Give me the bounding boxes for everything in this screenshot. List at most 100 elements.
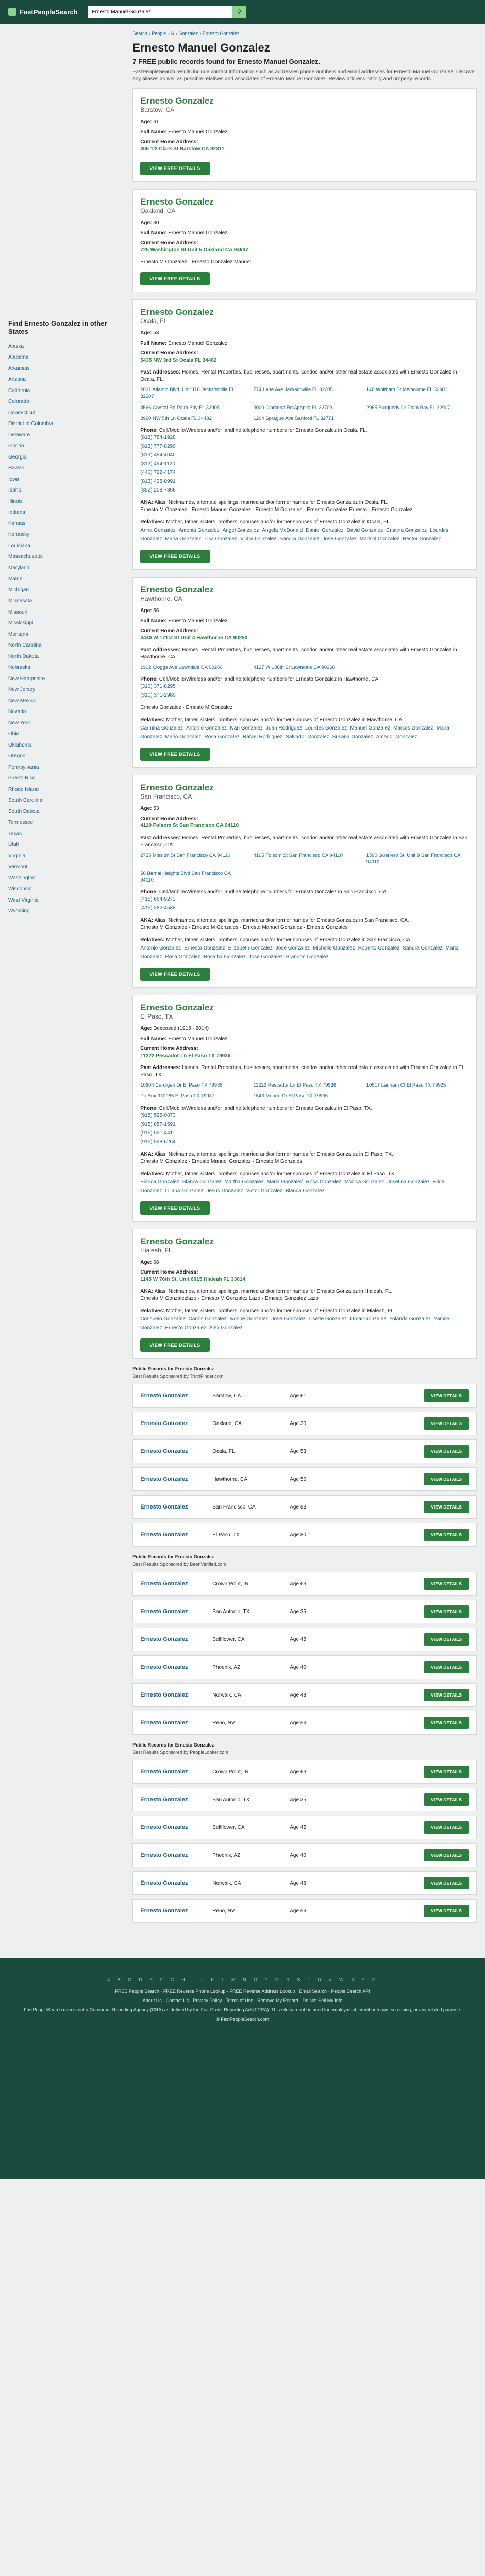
view-details-button[interactable]: VIEW DETAILS bbox=[424, 1417, 469, 1430]
sponsored-name[interactable]: Ernesto Gonzalez bbox=[140, 1636, 212, 1642]
sidebar-state-link[interactable]: Delaware bbox=[8, 432, 122, 438]
search-input[interactable] bbox=[88, 6, 232, 18]
relative-link[interactable]: Lisette Gonzalez bbox=[309, 1316, 347, 1322]
relative-link[interactable]: Cristina Gonzalez bbox=[386, 528, 427, 533]
relative-link[interactable]: Mario Gonzalez bbox=[165, 734, 202, 740]
relative-link[interactable]: Roberto Gonzalez bbox=[358, 945, 400, 951]
sidebar-state-link[interactable]: Alaska bbox=[8, 344, 122, 349]
sidebar-state-link[interactable]: Wyoming bbox=[8, 908, 122, 914]
person-name[interactable]: Ernesto Gonzalez bbox=[140, 307, 469, 317]
relative-link[interactable]: Rosa Gonzalez bbox=[165, 954, 200, 960]
sidebar-state-link[interactable]: District of Columbia bbox=[8, 421, 122, 427]
relative-link[interactable]: Rosalba Gonzalez bbox=[204, 954, 246, 960]
sidebar-state-link[interactable]: Illinois bbox=[8, 499, 122, 504]
past-address-link[interactable]: 3000 Clarcona Rd Apopka FL 32703 bbox=[254, 404, 356, 411]
past-address-link[interactable]: 2831 Atlantic Blvd, Unit 116 Jacksonvill… bbox=[140, 386, 243, 400]
sidebar-state-link[interactable]: Louisiana bbox=[8, 543, 122, 549]
footer-links-2[interactable]: About Us · Contact Us · Privacy Policy ·… bbox=[21, 1998, 464, 2003]
sponsored-name[interactable]: Ernesto Gonzalez bbox=[140, 1393, 212, 1399]
past-address-link[interactable]: 140 Whitham St Melbourne FL 32901 bbox=[366, 386, 469, 400]
relative-link[interactable]: Angel Gonzalez bbox=[223, 528, 259, 533]
sponsored-name[interactable]: Ernesto Gonzalez bbox=[140, 1797, 212, 1803]
view-details-button[interactable]: VIEW DETAILS bbox=[424, 1529, 469, 1541]
past-address-link[interactable]: 1204 Sprague Ave Sanford FL 32771 bbox=[254, 415, 356, 422]
sponsored-name[interactable]: Ernesto Gonzalez bbox=[140, 1420, 212, 1427]
sidebar-state-link[interactable]: Texas bbox=[8, 831, 122, 837]
sidebar-state-link[interactable]: Ohio bbox=[8, 731, 122, 737]
footer-alphabet[interactable]: A B C D E F G H I J K L M N O P Q R S T … bbox=[21, 1977, 464, 1982]
relative-link[interactable]: Victor Gonzalez bbox=[240, 536, 276, 542]
relative-link[interactable]: Sandra Gonzalez bbox=[403, 945, 442, 951]
view-free-details-button[interactable]: VIEW FREE DETAILS bbox=[140, 1338, 210, 1352]
view-details-button[interactable]: VIEW DETAILS bbox=[424, 1793, 469, 1806]
sidebar-state-link[interactable]: New York bbox=[8, 720, 122, 726]
relative-link[interactable]: Liliana Gonzalez bbox=[165, 1188, 204, 1194]
view-details-button[interactable]: VIEW DETAILS bbox=[424, 1445, 469, 1458]
view-details-button[interactable]: VIEW DETAILS bbox=[424, 1633, 469, 1646]
view-details-button[interactable]: VIEW DETAILS bbox=[424, 1905, 469, 1918]
person-name[interactable]: Ernesto Gonzalez bbox=[140, 585, 469, 595]
relative-link[interactable]: Susana Gonzalez bbox=[332, 734, 373, 740]
relative-link[interactable]: Martha Gonzalez bbox=[224, 1179, 263, 1185]
sponsored-name[interactable]: Ernesto Gonzalez bbox=[140, 1448, 212, 1454]
phone-link[interactable]: (915) 595-0873 bbox=[140, 1112, 469, 1120]
past-address-link[interactable]: 10517 Lanham Ct El Paso TX 79925 bbox=[366, 1082, 469, 1089]
relative-link[interactable]: Rafael Rodriguez bbox=[243, 734, 282, 740]
relative-link[interactable]: Jose Gonzalez bbox=[272, 1316, 306, 1322]
sponsored-name[interactable]: Ernesto Gonzalez bbox=[140, 1880, 212, 1886]
sidebar-state-link[interactable]: Indiana bbox=[8, 510, 122, 515]
sidebar-state-link[interactable]: Washington bbox=[8, 875, 122, 881]
relative-link[interactable]: Rosa Gonzalez bbox=[205, 734, 240, 740]
sidebar-state-link[interactable]: New Jersey bbox=[8, 687, 122, 692]
sidebar-state-link[interactable]: North Carolina bbox=[8, 642, 122, 648]
past-address-link[interactable]: 3566 Crystal Rd Palm Bay FL 32905 bbox=[140, 404, 243, 411]
sidebar-state-link[interactable]: Oregon bbox=[8, 753, 122, 759]
sidebar-state-link[interactable]: Missouri bbox=[8, 609, 122, 615]
relative-link[interactable]: Michelle Gonzalez bbox=[313, 945, 355, 951]
sponsored-name[interactable]: Ernesto Gonzalez bbox=[140, 1581, 212, 1587]
past-address-link[interactable]: Po Box 370986 El Paso TX 79937 bbox=[140, 1093, 243, 1099]
sidebar-state-link[interactable]: Connecticut bbox=[8, 410, 122, 416]
view-free-details-button[interactable]: VIEW FREE DETAILS bbox=[140, 550, 210, 564]
current-address-link[interactable]: 5435 NW 3rd St Ocala FL 34482 bbox=[140, 358, 216, 363]
view-details-button[interactable]: VIEW DETAILS bbox=[424, 1605, 469, 1618]
relative-link[interactable]: Maria Gonzalez bbox=[267, 1179, 303, 1185]
view-details-button[interactable]: VIEW DETAILS bbox=[424, 1877, 469, 1890]
sidebar-state-link[interactable]: Kentucky bbox=[8, 532, 122, 537]
relative-link[interactable]: Anna Gonzalez bbox=[140, 528, 175, 533]
relative-link[interactable]: Ivonne Gonzalez bbox=[229, 1316, 268, 1322]
sponsored-name[interactable]: Ernesto Gonzalez bbox=[140, 1908, 212, 1914]
view-details-button[interactable]: VIEW DETAILS bbox=[424, 1717, 469, 1730]
relative-link[interactable]: Marisol Gonzalez bbox=[360, 536, 399, 542]
phone-link[interactable]: (813) 494-1120 bbox=[140, 461, 469, 468]
relative-link[interactable]: Hector Gonzalez bbox=[403, 536, 441, 542]
footer-links-1[interactable]: FREE People Search · FREE Reverse Phone … bbox=[21, 1989, 464, 1994]
view-details-button[interactable]: VIEW DETAILS bbox=[424, 1689, 469, 1702]
sidebar-state-link[interactable]: Minnesota bbox=[8, 598, 122, 604]
phone-link[interactable]: (915) 857-1591 bbox=[140, 1121, 469, 1128]
sidebar-state-link[interactable]: Maine bbox=[8, 576, 122, 582]
breadcrumb-link[interactable]: G bbox=[171, 31, 174, 36]
view-free-details-button[interactable]: VIEW FREE DETAILS bbox=[140, 968, 210, 981]
sidebar-state-link[interactable]: New Hampshire bbox=[8, 676, 122, 682]
relative-link[interactable]: Angela McDonald bbox=[262, 528, 303, 533]
relative-link[interactable]: Antonio Gonzalez bbox=[186, 725, 227, 731]
relative-link[interactable]: Marcos Gonzalez bbox=[393, 725, 433, 731]
person-name[interactable]: Ernesto Gonzalez bbox=[140, 783, 469, 793]
relative-link[interactable]: Salvador Gonzalez bbox=[286, 734, 329, 740]
phone-link[interactable]: (813) 484-4040 bbox=[140, 452, 469, 459]
sponsored-name[interactable]: Ernesto Gonzalez bbox=[140, 1608, 212, 1615]
sponsored-name[interactable]: Ernesto Gonzalez bbox=[140, 1532, 212, 1538]
breadcrumb-link[interactable]: Search bbox=[132, 31, 147, 36]
sidebar-state-link[interactable]: Nevada bbox=[8, 709, 122, 715]
view-details-button[interactable]: VIEW DETAILS bbox=[424, 1389, 469, 1402]
view-details-button[interactable]: VIEW DETAILS bbox=[424, 1578, 469, 1590]
sidebar-state-link[interactable]: Maryland bbox=[8, 565, 122, 571]
breadcrumb-link[interactable]: Ernesto Gonzalez bbox=[203, 31, 240, 36]
relative-link[interactable]: Ivan Gonzalez bbox=[230, 725, 263, 731]
person-name[interactable]: Ernesto Gonzalez bbox=[140, 197, 469, 207]
past-address-link[interactable]: 4127 W 136th St Lawndale CA 90260 bbox=[254, 664, 356, 671]
sidebar-state-link[interactable]: Tennessee bbox=[8, 820, 122, 825]
sidebar-state-link[interactable]: Michigan bbox=[8, 587, 122, 593]
sponsored-name[interactable]: Ernesto Gonzalez bbox=[140, 1504, 212, 1510]
